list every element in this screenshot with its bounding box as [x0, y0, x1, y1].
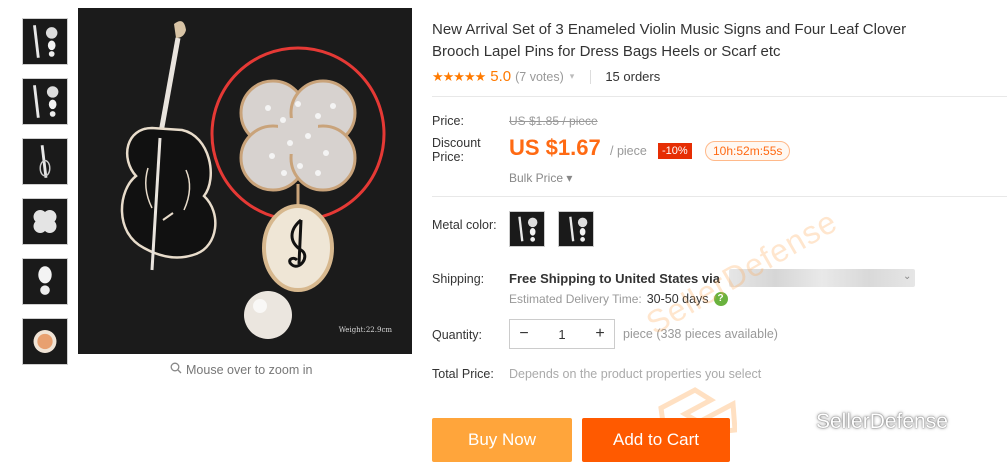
- chevron-down-icon[interactable]: ⌄: [903, 271, 911, 282]
- delivery-estimate-label: Estimated Delivery Time:: [509, 292, 642, 306]
- quantity-stepper: − 1 +: [509, 319, 615, 349]
- watermark-brand-text: SellerDefense: [816, 410, 948, 433]
- countdown-timer: 10h:52m:55s: [705, 141, 791, 161]
- thumbnail-3[interactable]: [22, 138, 68, 185]
- bulk-price-dropdown[interactable]: Bulk Price ▾: [509, 171, 572, 185]
- thumbnail-4[interactable]: [22, 198, 68, 245]
- thumbnail-6[interactable]: [22, 318, 68, 365]
- divider: [432, 96, 1007, 97]
- rating-row: ★★★★★ 5.0 (7 votes) ▾ 15 orders: [432, 68, 660, 85]
- magnifier-icon: [170, 362, 182, 377]
- divider: [432, 196, 1007, 197]
- wechat-icon: [780, 411, 808, 433]
- watermark-brand: SellerDefense: [780, 410, 948, 434]
- price-unit: / piece: [610, 144, 647, 158]
- rating-stars-icon: ★★★★★: [432, 68, 486, 84]
- product-title: New Arrival Set of 3 Enameled Violin Mus…: [432, 19, 992, 63]
- zoom-hint: Mouse over to zoom in: [170, 362, 312, 377]
- rating-score: 5.0: [490, 68, 512, 85]
- price-label: Price:: [432, 114, 464, 128]
- add-to-cart-button[interactable]: Add to Cart: [582, 418, 730, 462]
- metal-color-swatch-1[interactable]: [509, 211, 545, 247]
- quantity-input[interactable]: 1: [538, 327, 586, 342]
- current-price: US $1.67: [509, 135, 601, 160]
- zoom-hint-text: Mouse over to zoom in: [186, 362, 313, 377]
- discount-badge: -10%: [658, 143, 692, 159]
- shipping-label: Shipping:: [432, 272, 485, 286]
- thumbnail-2[interactable]: [22, 78, 68, 125]
- original-price: US $1.85 / piece: [509, 114, 598, 128]
- product-title-line-2: Brooch Lapel Pins for Dress Bags Heels o…: [432, 43, 781, 60]
- quantity-label: Quantity:: [432, 328, 483, 342]
- discount-label-line-1: Discount: [432, 136, 481, 150]
- discount-label-line-2: Price:: [432, 150, 464, 164]
- product-title-line-1: New Arrival Set of 3 Enameled Violin Mus…: [432, 21, 907, 38]
- image-weight-label: Weight:22.9cm: [338, 326, 392, 334]
- discount-price-label: Discount Price:: [432, 136, 481, 164]
- metal-color-label: Metal color:: [432, 218, 497, 232]
- divider: [590, 69, 592, 84]
- thumbnail-1[interactable]: [22, 18, 68, 65]
- buy-now-button[interactable]: Buy Now: [432, 418, 572, 462]
- chevron-down-icon[interactable]: ▾: [570, 71, 575, 82]
- votes-link[interactable]: (7 votes): [515, 70, 564, 84]
- orders-count: 15 orders: [605, 69, 661, 84]
- quantity-increase-button[interactable]: +: [586, 325, 614, 343]
- main-product-image[interactable]: Weight:22.9cm: [78, 8, 412, 354]
- total-price-label: Total Price:: [432, 367, 494, 381]
- metal-color-swatch-2[interactable]: [558, 211, 594, 247]
- thumbnail-5[interactable]: [22, 258, 68, 305]
- quantity-decrease-button[interactable]: −: [510, 325, 538, 343]
- quantity-availability: piece (338 pieces available): [623, 327, 778, 341]
